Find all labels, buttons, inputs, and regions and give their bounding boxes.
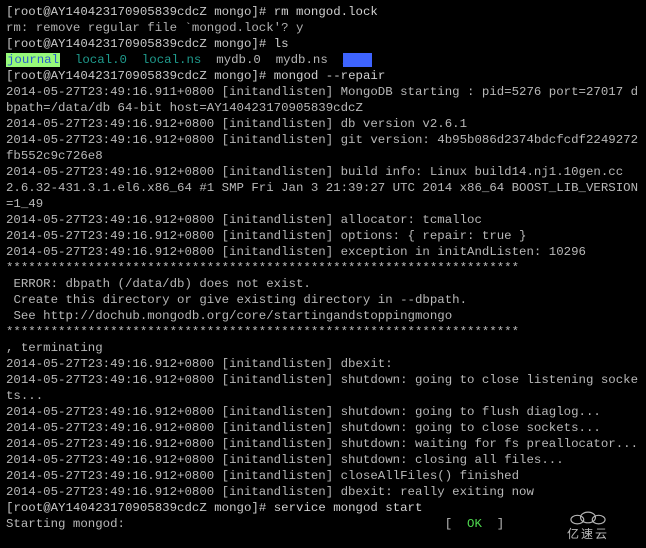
service-start-line: Starting mongod: [ OK ] (6, 517, 504, 531)
log-line: 2014-05-27T23:49:16.912+0800 [initandlis… (6, 245, 586, 259)
log-line: 2014-05-27T23:49:16.912+0800 [initandlis… (6, 437, 638, 451)
log-line: 2014-05-27T23:49:16.912+0800 [initandlis… (6, 213, 482, 227)
ls-localns: local.ns (142, 53, 202, 67)
ls-local0: local.0 (75, 53, 127, 67)
log-line: , terminating (6, 341, 103, 355)
log-line: 2014-05-27T23:49:16.912+0800 [initandlis… (6, 485, 534, 499)
log-line: 2014-05-27T23:49:16.912+0800 [initandlis… (6, 405, 601, 419)
log-line: 2014-05-27T23:49:16.912+0800 [initandlis… (6, 117, 467, 131)
cmd-rm: rm mongod.lock (274, 5, 378, 19)
error-line: Create this directory or give existing d… (6, 293, 467, 307)
log-line: 2014-05-27T23:49:16.911+0800 [initandlis… (6, 85, 638, 115)
prompt-line: [root@AY140423170905839cdcZ mongo]# (6, 501, 274, 515)
ls-journal: journal (6, 53, 60, 67)
watermark-text: 亿速云 (567, 526, 609, 542)
cmd-repair: mongod --repair (274, 69, 386, 83)
ok-status: OK (467, 517, 482, 531)
prompt-line: [root@AY140423170905839cdcZ mongo]# (6, 69, 274, 83)
prompt-line: [root@AY140423170905839cdcZ mongo]# (6, 5, 274, 19)
cmd-service: service mongod start (274, 501, 423, 515)
log-line: 2014-05-27T23:49:16.912+0800 [initandlis… (6, 165, 638, 211)
prompt-line: [root@AY140423170905839cdcZ mongo]# (6, 37, 274, 51)
error-line: See http://dochub.mongodb.org/core/start… (6, 309, 452, 323)
error-line: ERROR: dbpath (/data/db) does not exist. (6, 277, 311, 291)
rm-confirm: rm: remove regular file `mongod.lock'? y (6, 21, 303, 35)
cmd-ls: ls (274, 37, 289, 51)
log-line: 2014-05-27T23:49:16.912+0800 [initandlis… (6, 133, 638, 163)
separator: ****************************************… (6, 325, 519, 339)
log-line: 2014-05-27T23:49:16.912+0800 [initandlis… (6, 453, 564, 467)
log-line: 2014-05-27T23:49:16.912+0800 [initandlis… (6, 421, 601, 435)
log-line: 2014-05-27T23:49:16.912+0800 [initandlis… (6, 469, 519, 483)
ls-tmp: _tmp (343, 53, 373, 67)
log-line: 2014-05-27T23:49:16.912+0800 [initandlis… (6, 229, 527, 243)
separator: ****************************************… (6, 261, 519, 275)
terminal-output: [root@AY140423170905839cdcZ mongo]# rm m… (6, 4, 640, 532)
ls-mydb0: mydb.0 (216, 53, 261, 67)
watermark-logo: 亿速云 (538, 510, 638, 542)
cloud-icon (553, 510, 623, 526)
log-line: 2014-05-27T23:49:16.912+0800 [initandlis… (6, 373, 638, 403)
ls-mydbns: mydb.ns (276, 53, 328, 67)
log-line: 2014-05-27T23:49:16.912+0800 [initandlis… (6, 357, 393, 371)
